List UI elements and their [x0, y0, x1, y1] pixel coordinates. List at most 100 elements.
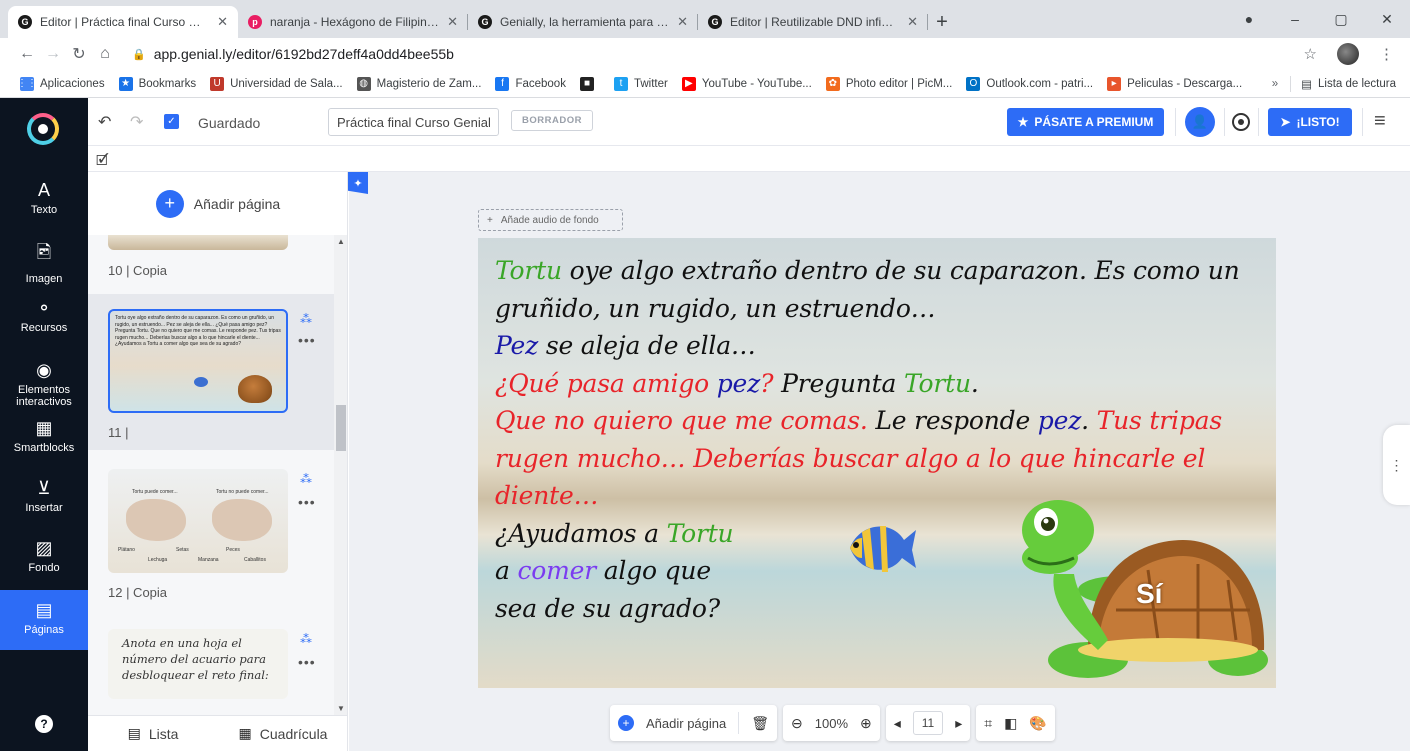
- magic-wand-icon[interactable]: ⁂: [300, 472, 312, 486]
- close-tab-icon[interactable]: ✕: [217, 14, 228, 30]
- page-thumbnail-10[interactable]: [108, 235, 288, 250]
- bookmark-item[interactable]: O Outlook.com - patri...: [966, 76, 1093, 91]
- nav-item-smartblocks[interactable]: ▦ Smartblocks: [0, 418, 88, 454]
- thumbnail-text: Peces: [226, 547, 240, 553]
- grid-view-button[interactable]: ▦ Cuadrícula: [218, 725, 347, 742]
- bookmark-item[interactable]: ⋮⋮ Aplicaciones: [17, 76, 105, 91]
- grid-guides-icon[interactable]: ⌗: [984, 715, 992, 732]
- bookmark-item[interactable]: ▸ Peliculas - Descarga...: [1107, 76, 1242, 91]
- add-background-audio-button[interactable]: + Añade audio de fondo: [478, 209, 623, 231]
- slide-canvas[interactable]: Tortu oye algo extraño dentro de su capa…: [478, 238, 1276, 688]
- back-icon[interactable]: ←: [14, 45, 40, 63]
- lock-icon[interactable]: 🔒: [132, 48, 146, 61]
- reading-list-button[interactable]: Lista de lectura: [1318, 78, 1396, 90]
- divider: [1362, 108, 1363, 136]
- home-icon[interactable]: ⌂: [92, 45, 118, 63]
- bookmark-item[interactable]: ■: [579, 76, 600, 91]
- genially-logo[interactable]: [27, 113, 59, 145]
- autosave-checkbox[interactable]: ✓: [164, 114, 179, 129]
- profile-avatar[interactable]: [1337, 43, 1359, 65]
- scroll-up-icon[interactable]: ▲: [337, 237, 345, 246]
- browser-tab[interactable]: G Editor | Reutilizable DND infinito ✕: [698, 6, 928, 38]
- bookmark-item[interactable]: ▶ YouTube - YouTube...: [681, 76, 812, 91]
- browser-tab[interactable]: p naranja - Hexágono de Filipinas ✕: [238, 6, 468, 38]
- browser-tab[interactable]: G Editor | Práctica final Curso Geni ✕: [8, 6, 238, 38]
- text-segment: Tortu: [495, 256, 562, 285]
- page-thumbnail-11[interactable]: Tortu oye algo extraño dentro de su capa…: [108, 309, 288, 413]
- next-page-icon[interactable]: ▸: [955, 715, 962, 732]
- more-bookmarks-button[interactable]: »: [1272, 78, 1278, 90]
- calendar-check-icon[interactable]: 🗹: [96, 150, 109, 174]
- browser-tab[interactable]: G Genially, la herramienta para crea ✕: [468, 6, 698, 38]
- undo-icon[interactable]: ↶: [98, 112, 111, 132]
- more-options-icon[interactable]: •••: [298, 654, 316, 670]
- share-user-icon[interactable]: 👤: [1185, 107, 1215, 137]
- text-segment: Le responde: [867, 406, 1038, 435]
- prev-page-icon[interactable]: ◂: [894, 715, 901, 732]
- scroll-down-icon[interactable]: ▼: [337, 704, 345, 713]
- maximize-icon[interactable]: ▢: [1318, 11, 1364, 28]
- add-page-header[interactable]: + Añadir página: [88, 172, 347, 235]
- scrollbar-thumb[interactable]: [336, 405, 346, 451]
- more-options-icon[interactable]: •••: [298, 494, 316, 510]
- bookmark-item[interactable]: f Facebook: [495, 76, 566, 91]
- bookmark-star-icon[interactable]: ☆: [1304, 45, 1317, 63]
- pin-icon[interactable]: ✦: [348, 172, 368, 194]
- close-tab-icon[interactable]: ✕: [907, 14, 918, 30]
- ready-button[interactable]: ➤ ¡LISTO!: [1268, 108, 1352, 136]
- nav-item-texto[interactable]: A Texto: [0, 180, 88, 216]
- page-thumbnail-12[interactable]: Tortu puede comer... Tortu no puede come…: [108, 469, 288, 573]
- nav-item-recursos[interactable]: ⚬ Recursos: [0, 298, 88, 334]
- turtle-image[interactable]: [998, 500, 1270, 688]
- address-bar-row: ← → ↻ ⌂ 🔒 app.genial.ly/editor/6192bd27d…: [0, 38, 1410, 70]
- bookmark-item[interactable]: ★ Bookmarks: [118, 76, 196, 91]
- nav-icon: ▤: [35, 600, 53, 620]
- close-tab-icon[interactable]: ✕: [447, 14, 458, 30]
- hamburger-menu-icon[interactable]: ≡: [1374, 110, 1386, 133]
- apps-grid-icon: ⋮⋮: [17, 76, 37, 91]
- nav-item-elementos-interactivos[interactable]: ◉ Elementos interactivos: [0, 360, 88, 408]
- palette-icon[interactable]: 🎨: [1029, 715, 1046, 732]
- nav-item-imagen[interactable]: 🖻 Imagen: [0, 240, 88, 285]
- magic-wand-icon[interactable]: ⁂: [300, 312, 312, 326]
- nav-item-insertar[interactable]: ⊻ Insertar: [0, 478, 88, 514]
- browser-account-icon[interactable]: ●: [1226, 11, 1272, 27]
- tab-divider: [927, 14, 928, 30]
- bookmark-label: Photo editor | PicM...: [845, 77, 953, 90]
- close-tab-icon[interactable]: ✕: [677, 14, 688, 30]
- url-field[interactable]: app.genial.ly/editor/6192bd27deff4a0dd4b…: [154, 46, 454, 62]
- bookmark-item[interactable]: t Twitter: [613, 76, 668, 91]
- browser-menu-icon[interactable]: ⋮: [1379, 45, 1394, 63]
- zoom-in-icon[interactable]: ⊕: [860, 715, 872, 732]
- list-view-button[interactable]: ▤ Lista: [88, 725, 218, 742]
- bookmark-item[interactable]: ✿ Photo editor | PicM...: [825, 76, 953, 91]
- help-icon[interactable]: ?: [35, 715, 53, 733]
- minimize-icon[interactable]: –: [1272, 11, 1318, 27]
- magic-wand-icon[interactable]: ⁂: [300, 632, 312, 646]
- pages-scrollbar[interactable]: ▲ ▼: [334, 235, 347, 715]
- add-page-bottom-button[interactable]: Añadir página: [646, 716, 726, 731]
- forward-icon[interactable]: →: [40, 45, 66, 63]
- page-number-field[interactable]: 11: [912, 711, 944, 735]
- trash-icon[interactable]: 🗑: [751, 715, 769, 732]
- project-title-input[interactable]: Práctica final Curso Genial: [328, 108, 499, 136]
- plus-icon: +: [487, 214, 493, 226]
- go-premium-button[interactable]: ★ PÁSATE A PREMIUM: [1007, 108, 1164, 136]
- fish-image[interactable]: [840, 514, 916, 582]
- zoom-out-icon[interactable]: ⊖: [791, 715, 803, 732]
- side-panel-handle[interactable]: ⋮: [1383, 425, 1410, 505]
- add-page-bottom-group: + Añadir página 🗑: [610, 705, 778, 741]
- new-tab-button[interactable]: +: [928, 6, 956, 38]
- preview-eye-icon[interactable]: [1232, 113, 1250, 131]
- redo-icon[interactable]: ↷: [130, 112, 143, 132]
- bookmark-item[interactable]: ◍ Magisterio de Zam...: [356, 76, 481, 91]
- reload-icon[interactable]: ↻: [66, 44, 92, 64]
- bookmark-item[interactable]: U Universidad de Sala...: [210, 76, 343, 91]
- close-window-icon[interactable]: ✕: [1364, 11, 1410, 28]
- nav-item-paginas[interactable]: ▤ Páginas: [0, 590, 88, 650]
- more-options-icon[interactable]: •••: [298, 332, 316, 348]
- split-view-icon[interactable]: ◧: [1004, 715, 1017, 732]
- nav-item-fondo[interactable]: ▨ Fondo: [0, 538, 88, 574]
- globe-icon: ◍: [356, 76, 371, 91]
- page-thumbnail-13[interactable]: Anota en una hoja el número del acuario …: [108, 629, 288, 699]
